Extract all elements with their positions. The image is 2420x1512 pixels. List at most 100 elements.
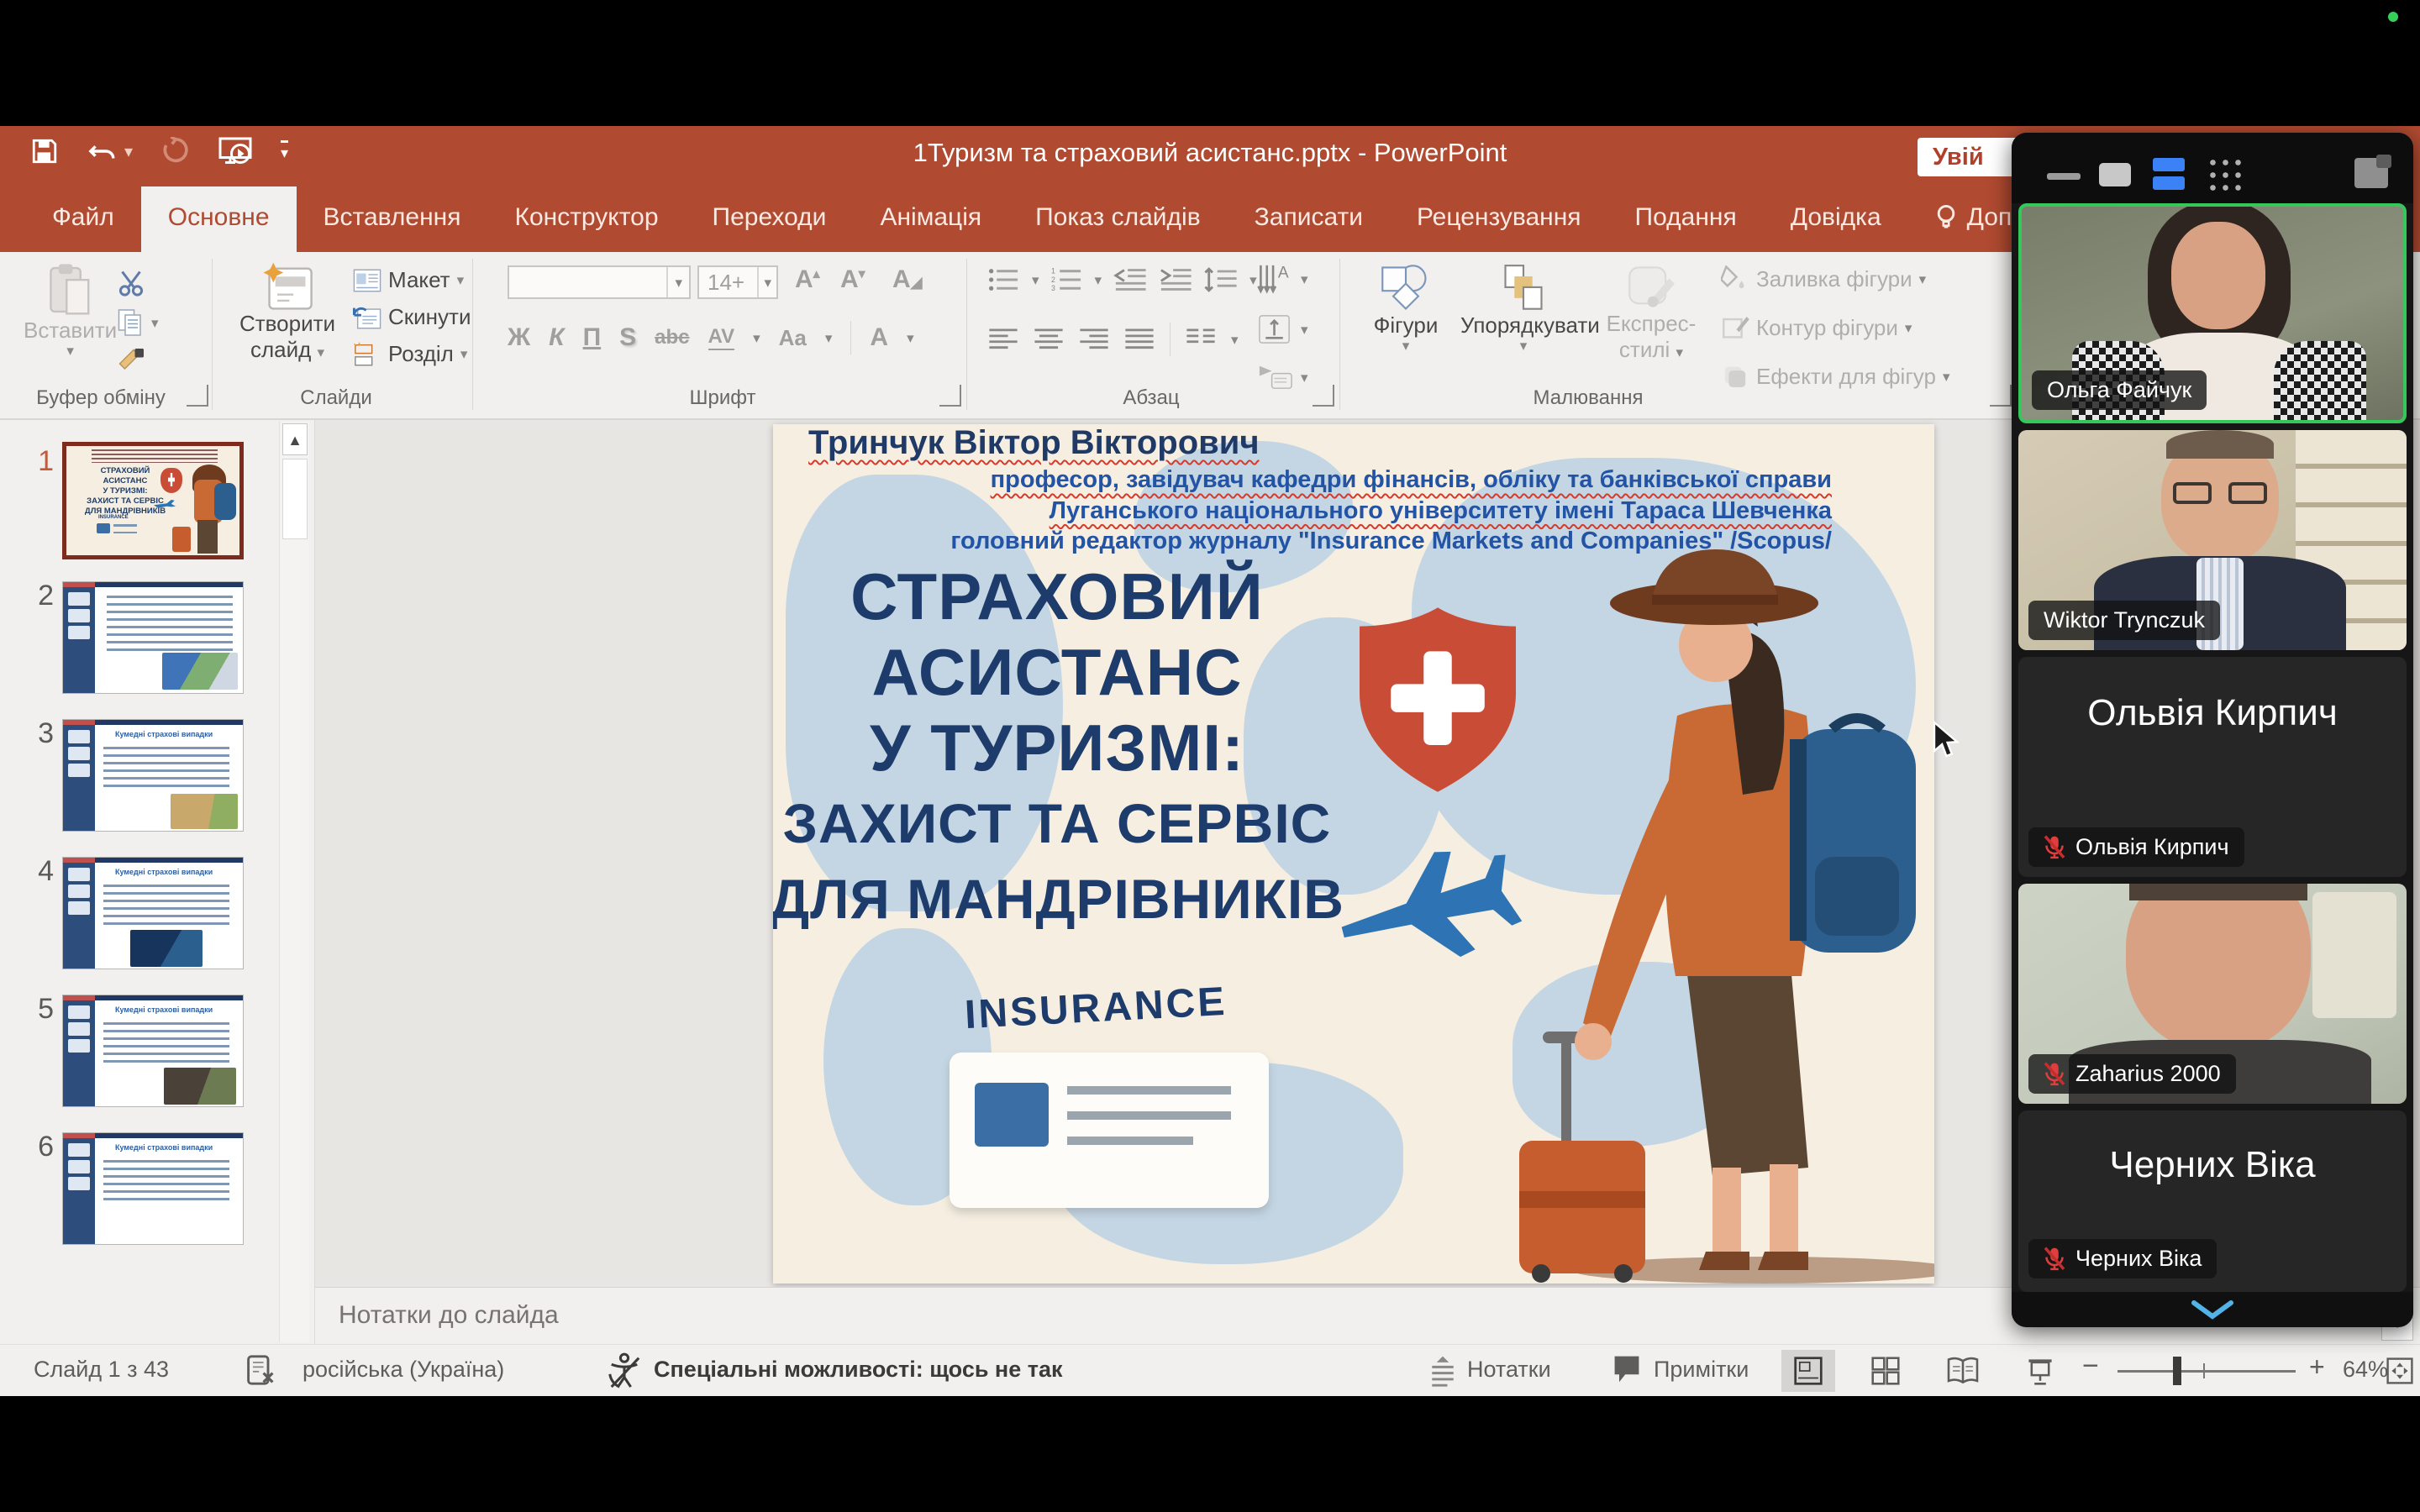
change-case-button[interactable]: Aa (779, 325, 807, 351)
align-text-button[interactable]: ▾ (1257, 312, 1308, 346)
shape-fill-button[interactable]: Заливка фігури▾ (1721, 265, 1926, 292)
drawing-dialog-launcher[interactable] (1990, 385, 2012, 407)
video-tile-wiktor[interactable]: Wiktor Trynczuk (2018, 430, 2407, 650)
tab-review[interactable]: Рецензування (1390, 186, 1608, 252)
zoom-out-button[interactable]: − (2082, 1350, 2099, 1383)
slide-thumbnail-2[interactable] (62, 581, 244, 694)
decrease-indent-button[interactable] (1113, 267, 1147, 292)
tab-view[interactable]: Подання (1608, 186, 1764, 252)
italic-button[interactable]: К (549, 323, 564, 352)
language-status[interactable]: російська (Україна) (302, 1357, 504, 1383)
copy-icon[interactable]: ▾ (116, 307, 159, 338)
numbering-button[interactable]: 123 (1051, 267, 1083, 292)
slide-author-text[interactable]: Тринчук Віктор Вікторович (808, 424, 1260, 462)
tab-record[interactable]: Записати (1228, 186, 1390, 252)
cut-icon[interactable] (116, 269, 146, 297)
slide-thumbnail-panel: ▲ 1 СТРАХОВИЙАСИСТАНСУ ТУРИЗМІ:ЗАХИСТ ТА… (0, 420, 315, 1344)
medical-shield-icon (1360, 607, 1516, 792)
columns-button[interactable] (1186, 327, 1216, 352)
quick-styles-button[interactable]: Експрес-стилі ▾ (1597, 264, 1706, 363)
align-right-button[interactable] (1079, 327, 1109, 352)
tab-transitions[interactable]: Переходи (686, 186, 854, 252)
thumbnail-scrollbar-thumb[interactable] (282, 459, 308, 539)
speaker-view-icon[interactable] (2099, 163, 2131, 186)
slideshow-view-button[interactable] (2013, 1350, 2067, 1392)
slide-title-text[interactable]: СТРАХОВИЙ АСИСТАНС У ТУРИЗМІ: ЗАХИСТ ТА … (773, 559, 1393, 937)
tab-insert[interactable]: Вставлення (297, 186, 488, 252)
align-left-button[interactable] (988, 327, 1018, 352)
video-tile-olviia[interactable]: Ольвія Кирпич Ольвія Кирпич (2018, 657, 2407, 877)
font-name-combobox[interactable]: ▾ (508, 265, 691, 299)
spellcheck-icon[interactable] (245, 1353, 276, 1387)
clipboard-dialog-launcher[interactable] (187, 385, 208, 407)
underline-button[interactable]: П (583, 323, 602, 352)
slide-sorter-view-button[interactable] (1859, 1350, 1912, 1392)
align-center-button[interactable] (1034, 327, 1064, 352)
increase-font-size-button[interactable]: A▴ (795, 265, 820, 294)
strikethrough-button[interactable]: abc (655, 326, 689, 349)
video-tile-zaharius[interactable]: Zaharius 2000 (2018, 884, 2407, 1104)
tab-file[interactable]: Файл (25, 186, 141, 252)
font-size-combobox[interactable]: 14+▾ (697, 265, 778, 299)
text-shadow-button[interactable]: S (619, 323, 636, 352)
comments-toggle-icon[interactable] (1612, 1353, 1642, 1383)
slide-thumbnail-6[interactable]: Кумедні страхові випадки (62, 1132, 244, 1245)
slide-thumbnail-1[interactable]: СТРАХОВИЙАСИСТАНСУ ТУРИЗМІ:ЗАХИСТ ТА СЕР… (62, 442, 244, 559)
video-tile-olga[interactable]: Ольга Файчук (2018, 203, 2407, 423)
zoom-slider-handle[interactable] (2173, 1357, 2181, 1385)
slide-counter[interactable]: Слайд 1 з 43 (34, 1357, 169, 1383)
font-color-button[interactable]: А (870, 323, 888, 352)
slide-canvas[interactable]: Тринчук Віктор Вікторович професор, заві… (773, 424, 1934, 1284)
tab-slideshow[interactable]: Показ слайдів (1008, 186, 1228, 252)
shape-outline-button[interactable]: Контур фігури▾ (1721, 314, 1912, 341)
accessibility-icon[interactable] (607, 1352, 642, 1389)
increase-indent-button[interactable] (1159, 267, 1192, 292)
new-slide-button[interactable]: Створитислайд ▾ (237, 260, 338, 363)
collapse-chevron-icon[interactable] (2191, 1299, 2234, 1320)
shapes-button[interactable]: Фігури▾ (1360, 264, 1452, 353)
slide-thumbnail-4[interactable]: Кумедні страхові випадки (62, 857, 244, 969)
character-spacing-button[interactable]: AV (708, 325, 735, 350)
slide-thumbnail-5[interactable]: Кумедні страхові випадки (62, 995, 244, 1107)
reset-slide-button[interactable]: Скинути (353, 304, 471, 330)
notes-toggle[interactable]: Нотатки (1467, 1357, 1551, 1383)
scroll-up-icon[interactable]: ▲ (282, 423, 308, 455)
arrange-button[interactable]: Упорядкувати▾ (1460, 264, 1586, 353)
font-group-label: Шрифт (639, 386, 807, 410)
traveler-illustration (1512, 504, 1934, 1284)
shape-effects-button[interactable]: Ефекти для фігур▾ (1721, 363, 1950, 390)
paste-button[interactable]: Вставити▾ (24, 262, 117, 358)
bullets-button[interactable] (988, 267, 1020, 292)
notes-toggle-icon[interactable] (1428, 1353, 1457, 1387)
decrease-font-size-button[interactable]: A▾ (840, 265, 865, 294)
accessibility-status[interactable]: Спеціальні можливості: щось не так (654, 1357, 1063, 1383)
bold-button[interactable]: Ж (508, 323, 530, 352)
comments-toggle[interactable]: Примітки (1654, 1357, 1749, 1383)
grid-view-icon[interactable] (2207, 156, 2245, 195)
zoom-in-button[interactable]: + (2309, 1352, 2325, 1383)
thumbnail-scrollbar[interactable]: ▲ (279, 422, 309, 1342)
line-spacing-button[interactable] (1204, 267, 1238, 292)
video-tile-chernykh[interactable]: Черних Віка Черних Віка (2018, 1110, 2407, 1292)
font-dialog-launcher[interactable] (939, 385, 961, 407)
tab-design[interactable]: Конструктор (487, 186, 685, 252)
tab-home[interactable]: Основне (141, 186, 297, 252)
text-direction-button[interactable]: A▾ (1257, 262, 1308, 296)
paragraph-dialog-launcher[interactable] (1313, 385, 1334, 407)
slide-thumbnail-3[interactable]: Кумедні страхові випадки (62, 719, 244, 832)
tab-help[interactable]: Довідка (1764, 186, 1908, 252)
clear-formatting-button[interactable]: A◢ (892, 265, 923, 294)
justify-button[interactable] (1124, 327, 1155, 352)
tab-animations[interactable]: Анімація (853, 186, 1008, 252)
zoom-level[interactable]: 64% (2343, 1357, 2388, 1383)
reading-view-button[interactable] (1936, 1350, 1990, 1392)
section-button[interactable]: Розділ▾ (353, 341, 467, 367)
meeting-panel-footer (2012, 1292, 2413, 1327)
convert-smartart-button[interactable]: ▾ (1257, 363, 1308, 391)
normal-view-button[interactable] (1781, 1350, 1835, 1392)
zoom-slider-track[interactable] (2118, 1370, 2296, 1373)
layout-button[interactable]: Макет▾ (353, 267, 464, 293)
fit-slide-to-window-button[interactable] (2383, 1350, 2417, 1392)
format-painter-icon[interactable] (116, 346, 146, 376)
minimize-icon[interactable] (2047, 173, 2081, 180)
